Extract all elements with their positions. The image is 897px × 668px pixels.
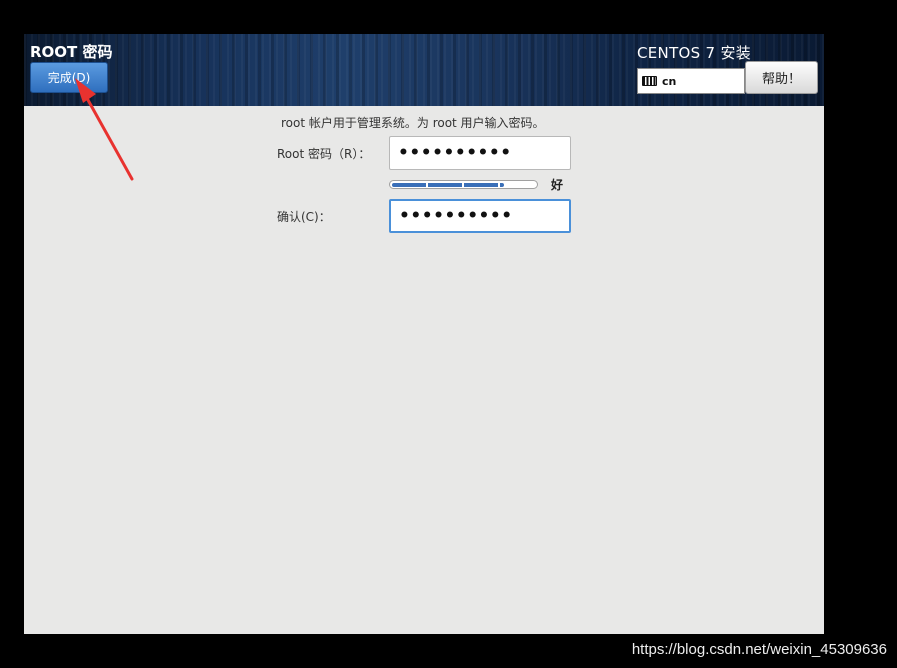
install-title: CENTOS 7 安装 [637, 44, 752, 62]
root-password-label: Root 密码（R）： [277, 147, 371, 161]
header-bar: ROOT 密码 完成(D) CENTOS 7 安装 cn 帮助！ [24, 34, 824, 106]
confirm-password-field[interactable]: •••••••••• [389, 199, 571, 233]
description-text: root 帐户用于管理系统。为 root 用户输入密码。 [281, 116, 545, 130]
keyboard-layout-indicator[interactable]: cn [637, 68, 745, 94]
watermark-text: https://blog.csdn.net/weixin_45309636 [631, 641, 887, 658]
keyboard-layout-label: cn [662, 74, 677, 88]
root-password-field[interactable]: •••••••••• [389, 136, 571, 170]
installer-window: ROOT 密码 完成(D) CENTOS 7 安装 cn 帮助！ root 帐户… [24, 34, 824, 634]
confirm-password-label: 确认(C)： [277, 210, 331, 224]
page-title: ROOT 密码 [30, 43, 113, 61]
done-button[interactable]: 完成(D) [30, 62, 108, 93]
keyboard-icon [642, 76, 657, 86]
help-button[interactable]: 帮助！ [745, 61, 818, 94]
password-strength-label: 好 [551, 178, 564, 192]
password-strength-fill [392, 182, 504, 187]
password-strength-bar [389, 180, 538, 189]
